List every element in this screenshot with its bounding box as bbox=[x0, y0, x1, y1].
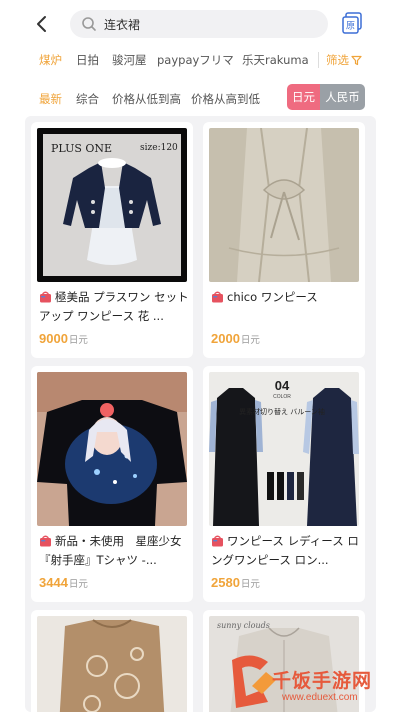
product-image: PLUS ONE size:120 bbox=[37, 128, 187, 282]
product-price: 9000日元 bbox=[39, 331, 88, 346]
filter-button[interactable]: 筛选 bbox=[326, 52, 362, 68]
product-title: ワンピース レディース ロングワンピース ロン... bbox=[211, 534, 359, 567]
product-image bbox=[209, 128, 359, 282]
shopping-bag-icon bbox=[39, 290, 52, 303]
product-title: 新品・未使用 星座少女『射手座』Tシャツ -... bbox=[39, 534, 182, 567]
sort-price-desc[interactable]: 价格从高到低 bbox=[191, 91, 260, 107]
photo-badge-label: COLOR bbox=[273, 394, 291, 400]
currency-jpy-option[interactable]: 日元 bbox=[287, 84, 320, 110]
photo-badge-number: 04 bbox=[275, 378, 290, 393]
search-bar[interactable] bbox=[70, 10, 328, 38]
source-tab-yahoo-auction[interactable]: 日拍 bbox=[76, 52, 99, 68]
filter-icon bbox=[351, 55, 362, 66]
product-card[interactable]: 新品・未使用 星座少女『射手座』Tシャツ -... 3444日元 bbox=[31, 366, 193, 602]
photo-brand-text: sunny clouds bbox=[217, 621, 270, 630]
source-tab-rakuma[interactable]: 乐天rakuma bbox=[242, 52, 309, 68]
source-tabs: 煤炉 日拍 骏河屋 paypayフリマ 乐天rakuma 筛选 bbox=[0, 48, 400, 74]
product-price: 3444日元 bbox=[39, 575, 88, 590]
product-card[interactable]: chico ワンピース 2000日元 bbox=[203, 122, 365, 358]
product-image bbox=[37, 372, 187, 526]
svg-text:原: 原 bbox=[346, 21, 355, 32]
shopping-bag-icon bbox=[211, 290, 224, 303]
product-card[interactable]: PLUS ONE size:120 極美品 プラスワン セットアップ ワンピース… bbox=[31, 122, 193, 358]
product-card[interactable]: 04 COLOR 異素材切り替え バルーン袖 ワンピース レディース ロングワン… bbox=[203, 366, 365, 602]
product-price: 2000日元 bbox=[211, 331, 260, 346]
search-icon bbox=[81, 16, 97, 32]
product-image bbox=[37, 616, 187, 712]
product-grid: PLUS ONE size:120 極美品 プラスワン セットアップ ワンピース… bbox=[25, 116, 376, 712]
back-arrow-icon[interactable] bbox=[30, 12, 54, 36]
watermark-text: 千饭手游网 bbox=[272, 670, 373, 692]
product-image: 04 COLOR 異素材切り替え バルーン袖 bbox=[209, 372, 359, 526]
source-tab-mercari[interactable]: 煤炉 bbox=[39, 52, 62, 68]
currency-cny-option[interactable]: 人民币 bbox=[320, 84, 365, 110]
source-tab-paypay-flea[interactable]: paypayフリマ bbox=[157, 52, 234, 68]
filter-label: 筛选 bbox=[326, 53, 349, 67]
sort-tabs: 最新 综合 价格从低到高 价格从高到低 日元 人民币 bbox=[0, 84, 400, 110]
source-tab-surugaya[interactable]: 骏河屋 bbox=[112, 52, 147, 68]
shopping-bag-icon bbox=[211, 534, 224, 547]
product-title: 極美品 プラスワン セットアップ ワンピース 花 ... bbox=[39, 290, 189, 323]
search-input[interactable] bbox=[104, 14, 314, 34]
photo-caption: 異素材切り替え バルーン袖 bbox=[239, 407, 325, 416]
sort-price-asc[interactable]: 价格从低到高 bbox=[112, 91, 181, 107]
photo-size-text: size:120 bbox=[140, 143, 178, 153]
product-price: 2580日元 bbox=[211, 575, 260, 590]
photo-brand-text: PLUS ONE bbox=[51, 142, 112, 155]
sort-overall[interactable]: 综合 bbox=[76, 91, 99, 107]
image-search-icon[interactable]: 原 bbox=[342, 12, 362, 34]
currency-toggle: 日元 人民币 bbox=[287, 84, 365, 110]
sort-newest[interactable]: 最新 bbox=[39, 91, 62, 107]
shopping-bag-icon bbox=[39, 534, 52, 547]
divider bbox=[318, 52, 319, 68]
top-bar: 原 bbox=[0, 0, 400, 48]
watermark-url: www.eduext.com bbox=[282, 692, 358, 703]
product-title: chico ワンピース bbox=[211, 288, 361, 307]
product-card[interactable] bbox=[31, 610, 193, 712]
